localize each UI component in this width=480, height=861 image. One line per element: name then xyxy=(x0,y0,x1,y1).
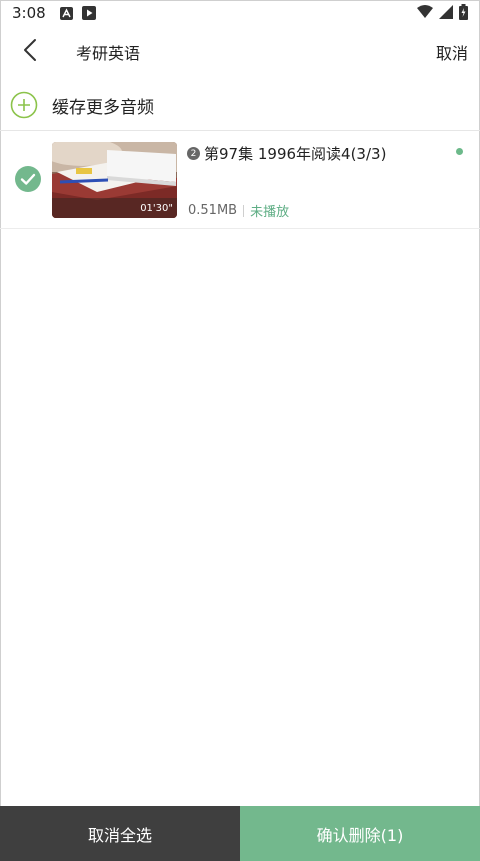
play-status: 未播放 xyxy=(250,205,290,220)
status-right-icons xyxy=(417,4,468,24)
page-title: 考研英语 xyxy=(76,44,141,63)
item-title-row: 2 第97集 1996年阅读4(3/3) xyxy=(187,143,386,164)
confirm-delete-button[interactable]: 确认删除(1) xyxy=(240,806,480,861)
app-header: 考研英语 取消 xyxy=(0,26,480,78)
a-notification-icon xyxy=(60,6,74,20)
bottom-action-bar: 取消全选 确认删除(1) xyxy=(0,806,480,861)
meta-divider xyxy=(243,204,245,217)
play-store-icon xyxy=(81,6,96,20)
item-title: 第97集 1996年阅读4(3/3) xyxy=(204,145,387,163)
number-badge-icon: 2 xyxy=(187,147,200,160)
status-left-icons xyxy=(60,6,96,20)
cache-more-audio-row[interactable]: 缓存更多音频 xyxy=(0,78,480,131)
status-time: 3:08 xyxy=(12,4,46,22)
audio-thumbnail: 01'30" xyxy=(52,142,177,218)
duration-label: 01'30" xyxy=(140,203,173,214)
cancel-button[interactable]: 取消 xyxy=(436,40,468,64)
file-size: 0.51MB xyxy=(188,203,238,218)
deselect-all-button[interactable]: 取消全选 xyxy=(0,806,240,861)
cache-more-label: 缓存更多音频 xyxy=(52,98,154,118)
item-meta: 0.51MB 未播放 xyxy=(188,201,289,220)
back-button[interactable] xyxy=(16,36,44,68)
status-bar: 3:08 xyxy=(0,0,480,26)
signal-icon xyxy=(439,5,453,23)
wifi-icon xyxy=(417,5,433,23)
battery-icon xyxy=(459,4,468,24)
plus-circle-icon xyxy=(10,91,38,119)
new-indicator-dot xyxy=(456,148,463,155)
chevron-left-icon xyxy=(23,38,37,66)
check-circle-icon[interactable] xyxy=(15,166,41,196)
